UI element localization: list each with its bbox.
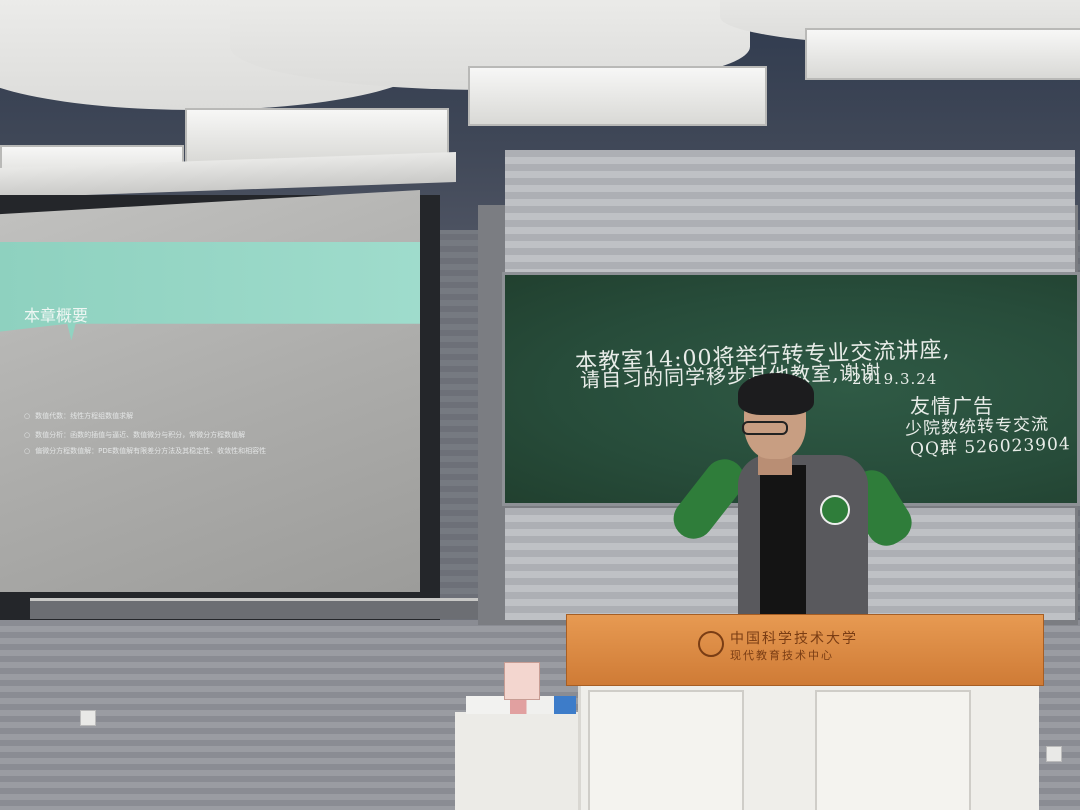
side-table (455, 712, 579, 810)
lectern-door (815, 690, 971, 810)
slide-title: 本章概要 (24, 306, 89, 325)
hair (738, 373, 814, 415)
speaker (660, 373, 920, 615)
university-emblem-icon (698, 631, 724, 657)
classroom-photo: 本教室14:00将举行转专业交流讲座, 请自习的同学移步其他教室,谢谢 2019… (0, 0, 1080, 810)
wall-outlet-icon (80, 710, 96, 726)
slide-bullet: 偏微分方程数值解：PDE数值解有限差分方法及其稳定性、收敛性和相容性 (24, 446, 266, 456)
lectern-center-name: 现代教育技术中心 (730, 649, 834, 662)
lectern-door (588, 690, 744, 810)
ceiling-light (805, 28, 1080, 80)
shirt (760, 465, 806, 615)
chalk-rail (30, 598, 478, 619)
lectern-university-name: 中国科学技术大学 (730, 631, 858, 647)
slide-bullet: 数值分析：函数的插值与逼近、数值微分与积分，常微分方程数值解 (24, 430, 245, 440)
wall-outlet-icon (1046, 746, 1062, 762)
ceiling-light (468, 66, 767, 126)
tissue-box (504, 662, 540, 700)
slide-bullet: 数值代数：线性方程组数值求解 (24, 411, 133, 421)
jacket-logo-icon (820, 495, 850, 525)
glasses-icon (742, 421, 788, 435)
